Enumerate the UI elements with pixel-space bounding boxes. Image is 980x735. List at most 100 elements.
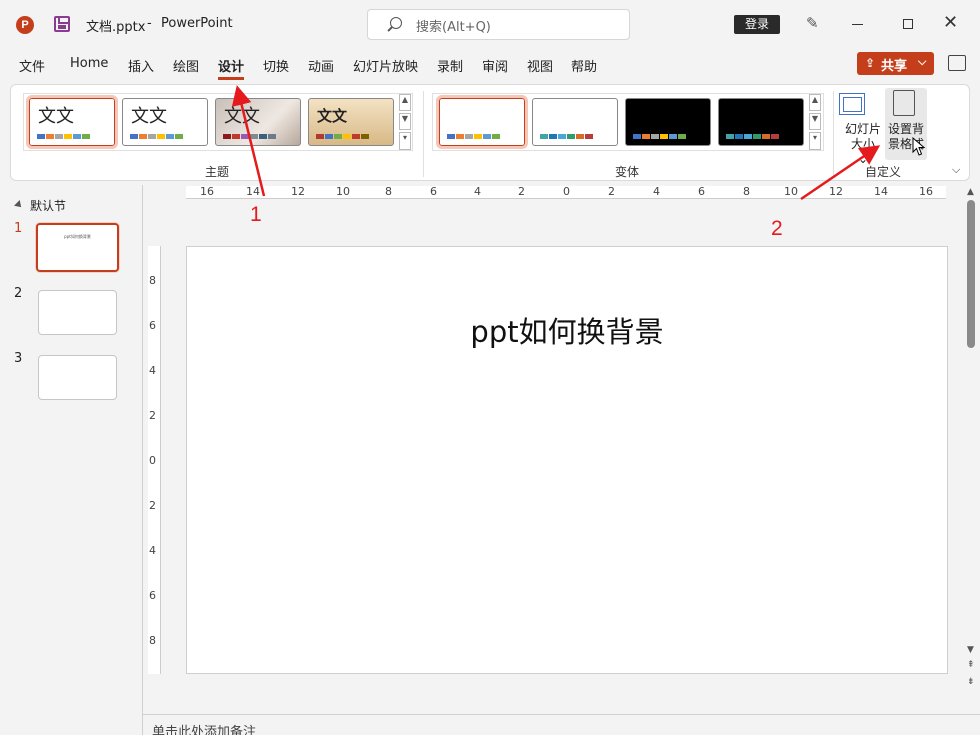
format-background-icon <box>893 90 915 116</box>
collapse-section-icon[interactable] <box>14 200 24 210</box>
theme-sample-text: 文文 <box>317 107 348 125</box>
variants-more[interactable]: ▾ <box>809 132 821 150</box>
tab-help[interactable]: 帮助 <box>571 56 597 75</box>
active-tab-indicator <box>218 77 244 80</box>
tab-design[interactable]: 设计 <box>218 56 244 75</box>
design-ribbon: 文文 文文 文文 文文 ▲ ▼ ▾ 主题 ▲ ▼ ▾ 变体 幻灯片 大小 ⌄ 设… <box>10 84 970 181</box>
variant-3[interactable] <box>625 98 711 146</box>
notes-pane[interactable]: 单击此处添加备注 <box>143 714 980 735</box>
ruler-tick: 12 <box>291 185 305 198</box>
variants-scroll-up[interactable]: ▲ <box>809 94 821 111</box>
scrollbar-thumb[interactable] <box>967 200 975 348</box>
next-slide-icon[interactable]: ⇟ <box>967 677 975 687</box>
slide-number: 1 <box>14 221 23 236</box>
share-icon: ⇪ <box>865 56 876 70</box>
scroll-down-icon[interactable]: ▼ <box>967 645 974 655</box>
ruler-tick: 8 <box>149 634 156 647</box>
theme-facet[interactable]: 文文 <box>215 98 301 146</box>
share-button[interactable]: ⇪ 共享 ⌵ <box>857 52 934 75</box>
vertical-ruler: 8 6 4 2 0 2 4 6 8 <box>148 246 161 674</box>
variant-2[interactable] <box>532 98 618 146</box>
variant-color-swatches <box>540 134 593 139</box>
comments-icon[interactable] <box>948 55 966 71</box>
theme-color-swatches <box>37 134 90 139</box>
tab-animations[interactable]: 动画 <box>308 56 334 75</box>
powerpoint-logo-icon: P <box>16 16 34 34</box>
slide-number: 2 <box>14 286 23 301</box>
tab-insert[interactable]: 插入 <box>128 56 154 75</box>
ruler-tick: 6 <box>698 185 705 198</box>
theme-sample-text: 文文 <box>224 106 260 127</box>
ruler-tick: 14 <box>246 185 260 198</box>
group-divider <box>833 91 834 177</box>
ruler-tick: 12 <box>829 185 843 198</box>
variant-color-swatches <box>726 134 779 139</box>
collapse-ribbon-icon[interactable]: ⌵ <box>952 163 960 177</box>
slide-size-icon <box>839 93 865 115</box>
tab-record[interactable]: 录制 <box>437 56 463 75</box>
theme-color-swatches <box>130 134 183 139</box>
variants-scroll-down[interactable]: ▼ <box>809 113 821 130</box>
theme-wood[interactable]: 文文 <box>308 98 394 146</box>
ruler-tick: 16 <box>200 185 214 198</box>
tab-transitions[interactable]: 切换 <box>263 56 289 75</box>
section-label[interactable]: 默认节 <box>30 197 66 214</box>
mouse-cursor-icon <box>912 137 926 156</box>
close-icon[interactable]: ✕ <box>943 13 958 33</box>
variant-color-swatches <box>447 134 500 139</box>
slide-thumbnail-2[interactable] <box>38 290 117 335</box>
theme-office-2[interactable]: 文文 <box>122 98 208 146</box>
annotation-number-1: 1 <box>250 203 262 226</box>
slide-thumbnail-3[interactable] <box>38 355 117 400</box>
format-background-label-line1: 设置背 <box>887 122 924 136</box>
document-file-name: 文档.pptx <box>86 20 146 35</box>
slide-canvas[interactable]: ppt如何换背景 <box>186 246 948 674</box>
chevron-down-icon: ⌵ <box>918 55 927 68</box>
ruler-tick: 0 <box>563 185 570 198</box>
search-placeholder: 搜索(Alt+Q) <box>416 20 491 35</box>
thumbnail-title: ppt如何换背景 <box>64 234 91 239</box>
annotation-number-2: 2 <box>771 217 783 240</box>
ruler-tick: 2 <box>149 409 156 422</box>
ruler-tick: 4 <box>149 544 156 557</box>
scroll-up-icon[interactable]: ▲ <box>967 187 974 197</box>
variant-4[interactable] <box>718 98 804 146</box>
horizontal-ruler: 16 14 12 10 8 6 4 2 0 2 4 6 8 10 12 14 1… <box>186 185 946 199</box>
tab-home[interactable]: Home <box>70 56 108 71</box>
ruler-tick: 2 <box>518 185 525 198</box>
ruler-tick: 0 <box>149 454 156 467</box>
ruler-tick: 6 <box>149 319 156 332</box>
login-button[interactable]: 登录 <box>734 15 780 34</box>
maximize-icon[interactable] <box>903 19 913 29</box>
gallery-scroll-down[interactable]: ▼ <box>399 113 411 130</box>
previous-slide-icon[interactable]: ⇞ <box>967 660 975 670</box>
search-input[interactable]: 搜索(Alt+Q) <box>367 9 630 40</box>
customize-group-label: 自定义 <box>865 165 902 179</box>
slide-title[interactable]: ppt如何换背景 <box>187 309 947 351</box>
notes-placeholder: 单击此处添加备注 <box>152 725 257 735</box>
gallery-scroll-up[interactable]: ▲ <box>399 94 411 111</box>
variant-1[interactable] <box>436 95 528 149</box>
tab-view[interactable]: 视图 <box>527 56 553 75</box>
variants-group-label: 变体 <box>615 165 640 179</box>
group-divider <box>423 91 424 177</box>
designer-pen-icon[interactable]: ✎ <box>806 14 824 32</box>
tab-file[interactable]: 文件 <box>19 56 45 75</box>
ribbon-tab-bar: 文件 Home 插入 绘图 设计 切换 动画 幻灯片放映 录制 审阅 视图 帮助 <box>0 48 980 82</box>
variant-color-swatches <box>633 134 686 139</box>
slide-thumbnail-1[interactable]: ppt如何换背景 <box>36 223 119 272</box>
ruler-tick: 4 <box>653 185 660 198</box>
gallery-more[interactable]: ▾ <box>399 132 411 150</box>
tab-slideshow[interactable]: 幻灯片放映 <box>353 56 418 75</box>
tab-draw[interactable]: 绘图 <box>173 56 199 75</box>
ruler-tick: 4 <box>474 185 481 198</box>
share-label: 共享 <box>881 59 908 74</box>
slide-number: 3 <box>14 351 23 366</box>
minimize-icon[interactable] <box>852 24 863 25</box>
tab-review[interactable]: 审阅 <box>482 56 508 75</box>
themes-group-label: 主题 <box>205 165 230 179</box>
slide-size-button[interactable]: 幻灯片 大小 ⌄ <box>845 122 881 167</box>
theme-office[interactable]: 文文 <box>26 95 118 149</box>
save-icon[interactable] <box>54 16 70 32</box>
ruler-tick: 14 <box>874 185 888 198</box>
